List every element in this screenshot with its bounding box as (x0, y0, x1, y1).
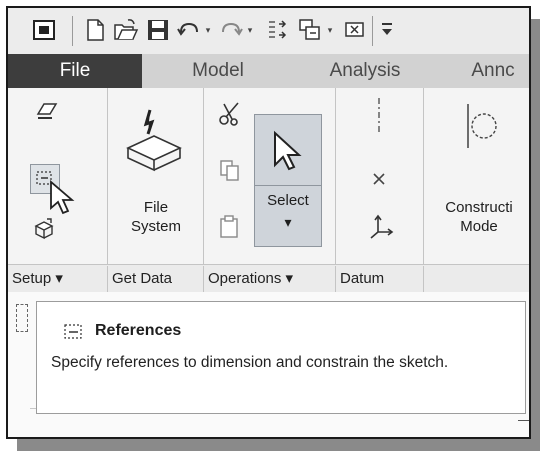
select-button[interactable]: Select ▾ (254, 114, 322, 247)
divider (107, 266, 108, 292)
cut-icon[interactable] (218, 100, 242, 131)
select-label: Select (267, 192, 309, 209)
file-system-label[interactable]: File System (108, 198, 204, 236)
application-window: ▾ ▾ ▾ File Model Analysis Annc File Syst… (6, 6, 531, 439)
sketch-view-icon[interactable] (32, 216, 58, 247)
undo-dropdown[interactable]: ▾ (202, 16, 214, 44)
arrow-pointer-icon (274, 130, 302, 171)
windows-icon[interactable] (296, 16, 324, 44)
tree-item-icon (16, 304, 28, 332)
toolbar-separator (372, 16, 373, 46)
toolbar-separator (72, 16, 73, 46)
divider (335, 266, 336, 292)
group-label-operations[interactable]: Operations ▾ (204, 266, 336, 292)
divider (203, 266, 204, 292)
tab-file[interactable]: File (8, 54, 142, 88)
ribbon-panel: File System Select ▾ Constructi Mode (8, 88, 529, 268)
redo-icon[interactable] (218, 16, 244, 44)
save-icon[interactable] (144, 16, 172, 44)
group-construction: Constructi Mode (424, 88, 529, 268)
tab-model[interactable]: Model (158, 54, 278, 88)
chevron-down-icon: ▾ (327, 24, 333, 35)
sketch-setup-icon[interactable] (34, 100, 58, 129)
tab-analysis[interactable]: Analysis (290, 54, 440, 88)
open-file-icon[interactable] (112, 16, 140, 44)
point-icon[interactable] (370, 170, 388, 193)
undo-icon[interactable] (176, 16, 202, 44)
quick-access-toolbar: ▾ ▾ ▾ (8, 8, 529, 54)
customize-icon[interactable] (378, 16, 396, 44)
group-datum (336, 88, 424, 268)
copy-icon[interactable] (218, 158, 242, 187)
group-setup (8, 88, 108, 268)
references-icon (64, 324, 82, 339)
tab-annotate[interactable]: Annc (448, 54, 529, 88)
divider (423, 266, 424, 292)
divider (518, 420, 529, 421)
mouse-pointer-icon (48, 180, 78, 221)
group-label-setup[interactable]: Setup ▾ (8, 266, 108, 292)
construction-mode-label[interactable]: Constructi Mode (424, 198, 529, 236)
tooltip-title: References (95, 322, 182, 339)
redo-dropdown[interactable]: ▾ (244, 16, 256, 44)
centerline-icon[interactable] (372, 96, 386, 141)
construction-mode-icon[interactable] (462, 102, 502, 157)
ribbon-tab-bar: File Model Analysis Annc (8, 54, 529, 88)
file-system-icon[interactable] (124, 108, 184, 177)
windows-dropdown[interactable]: ▾ (324, 16, 336, 44)
select-button-top (255, 115, 321, 186)
chevron-down-icon: ▾ (205, 24, 211, 35)
file-system-label-line2: System (130, 218, 181, 235)
coordinate-system-icon[interactable] (368, 214, 394, 245)
window-icon[interactable] (30, 16, 58, 44)
references-tooltip: References Specify references to dimensi… (36, 301, 526, 414)
close-window-icon[interactable] (342, 16, 368, 44)
file-system-label-line1: File (143, 199, 169, 216)
regenerate-icon[interactable] (264, 16, 290, 44)
chevron-down-icon: ▾ (247, 24, 253, 35)
construction-label-line2: Mode (460, 218, 498, 235)
new-file-icon[interactable] (82, 16, 108, 44)
construction-label-line1: Constructi (445, 199, 513, 216)
group-operations: Select ▾ (204, 88, 336, 268)
group-get-data: File System (108, 88, 204, 268)
tooltip-description: Specify references to dimension and cons… (51, 354, 449, 371)
group-label-datum: Datum (340, 270, 385, 287)
group-label-get-data: Get Data (112, 270, 173, 287)
chevron-down-icon: ▾ (284, 214, 292, 230)
paste-icon[interactable] (218, 214, 242, 245)
